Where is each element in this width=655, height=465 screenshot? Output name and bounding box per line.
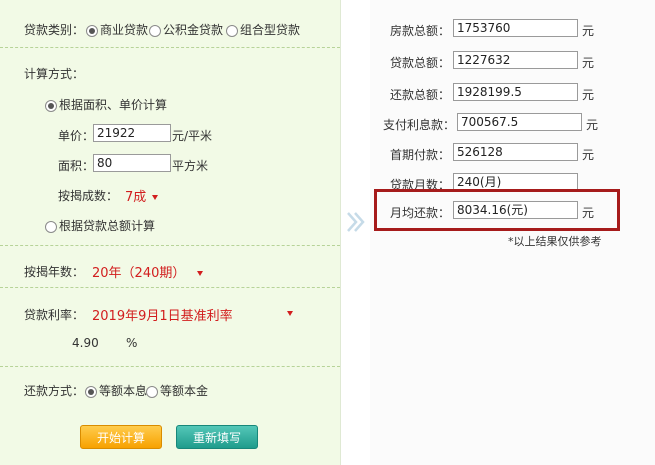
loan-rate-value: 2019年9月1日基准利率 bbox=[92, 309, 233, 324]
loan-type-label: 贷款类别： bbox=[24, 23, 85, 37]
result-label-repay-total: 还款总额： bbox=[389, 88, 450, 102]
loan-years-label: 按揭年数： bbox=[24, 265, 85, 279]
dropdown-arrow-icon bbox=[197, 271, 204, 276]
result-label-loan-total: 贷款总额： bbox=[389, 56, 450, 70]
loan-type-combined-option[interactable]: 组合型贷款 bbox=[226, 21, 300, 38]
repay-method-label: 还款方式： bbox=[24, 384, 85, 398]
result-unit: 元 bbox=[582, 206, 595, 220]
loan-years-value: 20年（240期） bbox=[92, 266, 186, 281]
result-unit: 元 bbox=[582, 148, 595, 162]
result-label-house-total: 房款总额： bbox=[389, 24, 450, 38]
radio-unchecked-icon[interactable] bbox=[146, 385, 158, 398]
unit-price-unit: 元/平米 bbox=[172, 129, 213, 143]
loan-rate-unit: % bbox=[126, 336, 138, 350]
radio-unchecked-icon[interactable] bbox=[45, 220, 57, 233]
radio-unchecked-icon[interactable] bbox=[226, 24, 238, 37]
calc-by-area-option[interactable]: 根据面积、单价计算 bbox=[45, 96, 167, 113]
area-input[interactable]: 80 bbox=[93, 154, 171, 172]
result-label-monthly: 月均还款： bbox=[389, 206, 450, 220]
radio-checked-icon[interactable] bbox=[85, 385, 97, 398]
result-unit: 元 bbox=[582, 56, 595, 70]
loan-rate-label: 贷款利率： bbox=[24, 308, 85, 322]
radio-checked-icon[interactable] bbox=[45, 99, 57, 112]
loan-ratio-label: 按揭成数： bbox=[58, 189, 119, 203]
loan-ratio-select[interactable]: 7成 bbox=[125, 186, 159, 205]
result-house-total: 1753760 bbox=[453, 19, 578, 37]
section-divider bbox=[0, 287, 340, 288]
loan-years-select[interactable]: 20年（240期） bbox=[92, 262, 204, 281]
calc-by-area-label: 根据面积、单价计算 bbox=[59, 98, 168, 112]
section-divider bbox=[0, 245, 340, 246]
radio-unchecked-icon[interactable] bbox=[149, 24, 161, 37]
unit-price-input[interactable]: 21922 bbox=[93, 124, 171, 142]
reset-button[interactable]: 重新填写 bbox=[176, 425, 258, 449]
result-loan-total: 1227632 bbox=[453, 51, 578, 69]
radio-checked-icon[interactable] bbox=[86, 24, 98, 37]
double-chevron-right-icon bbox=[347, 212, 365, 232]
section-divider bbox=[0, 366, 340, 367]
calculate-button[interactable]: 开始计算 bbox=[80, 425, 162, 449]
calc-by-total-label: 根据贷款总额计算 bbox=[59, 219, 156, 233]
result-monthly: 8034.16(元) bbox=[453, 201, 578, 219]
result-down-payment: 526128 bbox=[453, 143, 578, 161]
result-label-down-payment: 首期付款： bbox=[389, 148, 450, 162]
result-label-interest: 支付利息款： bbox=[382, 118, 455, 132]
loan-type-combined-label: 组合型贷款 bbox=[240, 23, 301, 37]
loan-ratio-value: 7成 bbox=[125, 190, 147, 205]
section-divider bbox=[0, 47, 340, 48]
calc-by-total-option[interactable]: 根据贷款总额计算 bbox=[45, 217, 155, 234]
result-repay-total: 1928199.5 bbox=[453, 83, 578, 101]
result-interest: 700567.5 bbox=[457, 113, 582, 131]
loan-type-fund-option[interactable]: 公积金贷款 bbox=[149, 21, 223, 38]
result-unit: 元 bbox=[582, 24, 595, 38]
loan-type-commercial-label: 商业贷款 bbox=[100, 23, 149, 37]
area-unit: 平方米 bbox=[172, 159, 209, 173]
panel-divider bbox=[340, 0, 371, 465]
loan-type-fund-label: 公积金贷款 bbox=[163, 23, 224, 37]
repay-equal-principal-label: 等额本金 bbox=[160, 384, 209, 398]
dropdown-arrow-icon[interactable] bbox=[287, 311, 293, 316]
loan-rate-select[interactable]: 2019年9月1日基准利率 bbox=[92, 305, 233, 324]
unit-price-label: 单价： bbox=[58, 129, 95, 143]
result-unit: 元 bbox=[586, 118, 599, 132]
result-unit: 元 bbox=[582, 88, 595, 102]
calc-method-label: 计算方式： bbox=[24, 67, 85, 81]
result-disclaimer: *以上结果仅供参考 bbox=[508, 235, 602, 248]
repay-equal-principal-option[interactable]: 等额本金 bbox=[146, 382, 208, 399]
repay-equal-installment-label: 等额本息 bbox=[99, 384, 148, 398]
loan-type-commercial-option[interactable]: 商业贷款 bbox=[86, 21, 148, 38]
dropdown-arrow-icon bbox=[152, 195, 159, 200]
loan-rate-number: 4.90 bbox=[72, 336, 99, 350]
area-label: 面积： bbox=[58, 159, 95, 173]
repay-equal-installment-option[interactable]: 等额本息 bbox=[85, 382, 147, 399]
